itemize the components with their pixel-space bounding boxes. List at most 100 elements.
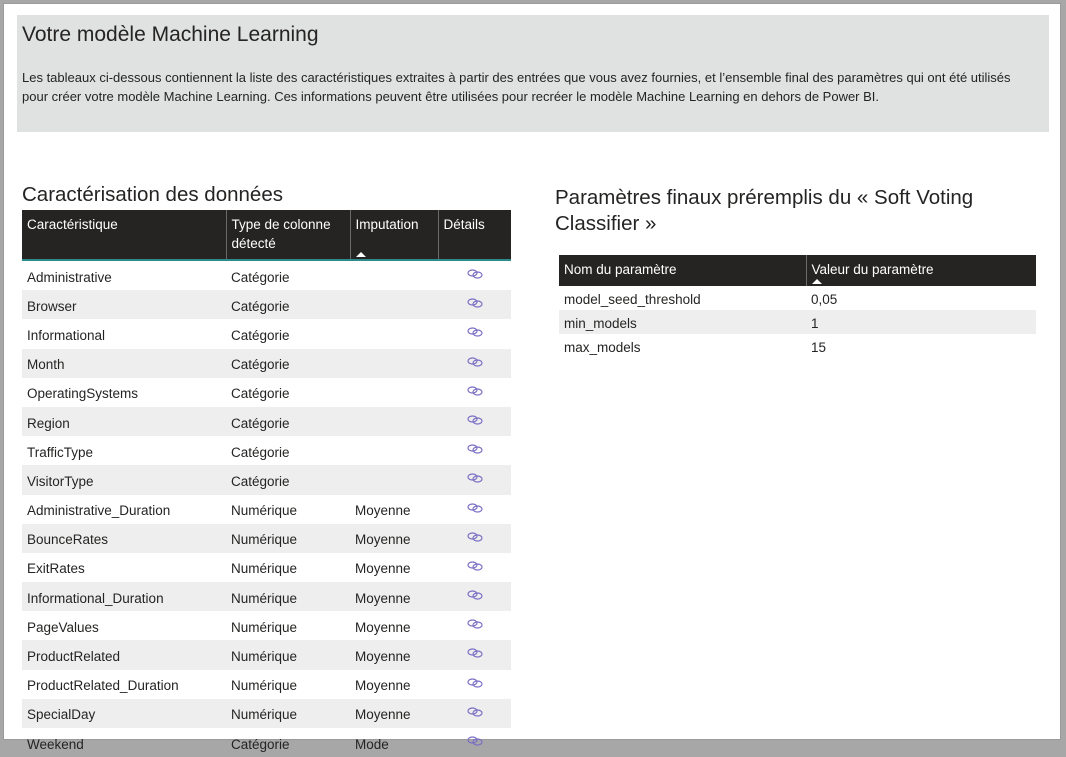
- column-header-param-name[interactable]: Nom du paramètre: [559, 255, 806, 286]
- details-cell[interactable]: [438, 378, 511, 407]
- table-row[interactable]: PageValues Numérique Moyenne: [22, 611, 511, 640]
- table-row[interactable]: Month Catégorie: [22, 348, 511, 378]
- column-header-label: Type de colonne détecté: [231, 217, 331, 251]
- details-cell[interactable]: [438, 523, 511, 553]
- link-icon[interactable]: [466, 415, 483, 425]
- table-row[interactable]: OperatingSystems Catégorie: [22, 378, 511, 407]
- link-icon[interactable]: [466, 561, 483, 571]
- column-type: Numérique: [226, 523, 350, 553]
- feature-name: PageValues: [27, 619, 99, 635]
- link-icon[interactable]: [466, 356, 483, 367]
- table-row[interactable]: VisitorType Catégorie: [22, 465, 511, 495]
- link-icon[interactable]: [466, 532, 483, 542]
- link-icon[interactable]: [466, 619, 483, 629]
- table-row[interactable]: TrafficType Catégorie: [22, 436, 511, 465]
- column-header-imputation[interactable]: Imputation: [349, 210, 438, 260]
- link-icon[interactable]: [466, 707, 483, 717]
- feature-name: Browser: [22, 290, 226, 320]
- details-cell[interactable]: [438, 698, 511, 728]
- details-cell[interactable]: [438, 319, 511, 348]
- feature-name: Region: [22, 406, 226, 437]
- header-panel: Votre modèle Machine Learning Les tablea…: [17, 15, 1049, 132]
- param-value: 1: [806, 310, 1036, 334]
- details-cell[interactable]: [438, 728, 511, 757]
- link-icon[interactable]: [466, 298, 483, 308]
- details-cell[interactable]: [438, 290, 511, 320]
- column-header-feature[interactable]: Caractéristique: [22, 210, 226, 260]
- table-row[interactable]: Browser Catégorie: [22, 290, 511, 320]
- params-section-title: Paramètres finaux préremplis du « Soft V…: [555, 186, 974, 235]
- column-header-details[interactable]: Détails: [437, 210, 511, 260]
- param-value: 15: [811, 339, 827, 355]
- imputation-value: [350, 436, 438, 465]
- details-cell[interactable]: [438, 611, 511, 640]
- table-row[interactable]: Region Catégorie: [22, 406, 511, 437]
- table-row[interactable]: Administrative Catégorie: [22, 260, 511, 290]
- details-cell[interactable]: [438, 582, 511, 612]
- details-cell[interactable]: [438, 260, 511, 290]
- details-cell[interactable]: [438, 406, 511, 437]
- column-header-param-value[interactable]: Valeur du paramètre: [805, 255, 1036, 286]
- link-icon[interactable]: [466, 502, 483, 513]
- imputation-value: [350, 406, 438, 437]
- link-icon[interactable]: [466, 678, 483, 688]
- table-row: max_models 15: [559, 334, 1036, 358]
- column-type: Numérique: [231, 503, 298, 519]
- report-frame: Votre modèle Machine Learning Les tablea…: [3, 3, 1061, 752]
- link-icon[interactable]: [466, 473, 483, 483]
- details-cell[interactable]: [438, 495, 511, 524]
- column-type: Numérique: [226, 582, 350, 612]
- details-cell[interactable]: [438, 553, 511, 582]
- table-row[interactable]: ProductRelated_Duration Numérique Moyenne: [22, 670, 511, 699]
- imputation-value: [350, 319, 438, 348]
- column-header-type[interactable]: Type de colonne détecté: [225, 210, 350, 260]
- link-icon[interactable]: [466, 648, 483, 659]
- feature-name: Weekend: [27, 736, 84, 752]
- table-row[interactable]: ProductRelated Numérique Moyenne: [22, 640, 511, 670]
- feature-name: ExitRates: [27, 561, 85, 577]
- table-row: min_models 1: [559, 310, 1036, 334]
- features-table: Caractéristique Type de colonne détecté …: [22, 210, 511, 757]
- feature-name: Administrative: [27, 269, 112, 285]
- imputation-value: Moyenne: [355, 503, 411, 519]
- details-cell[interactable]: [438, 348, 511, 378]
- feature-name: Informational_Duration: [22, 582, 226, 612]
- column-type: Catégorie: [231, 444, 290, 460]
- column-type: Numérique: [226, 698, 350, 728]
- imputation-value: Moyenne: [350, 698, 438, 728]
- imputation-value: Moyenne: [350, 582, 438, 612]
- table-row[interactable]: Informational Catégorie: [22, 319, 511, 348]
- params-table: Nom du paramètre Valeur du paramètre mod…: [559, 255, 1036, 358]
- column-type: Catégorie: [226, 465, 350, 495]
- feature-name: TrafficType: [27, 444, 94, 460]
- details-cell[interactable]: [438, 436, 511, 465]
- imputation-value: Moyenne: [355, 561, 411, 577]
- column-header-label: Nom du paramètre: [564, 262, 677, 277]
- details-cell[interactable]: [438, 465, 511, 495]
- page-description: Les tableaux ci-dessous contiennent la l…: [22, 70, 1011, 104]
- table-row[interactable]: BounceRates Numérique Moyenne: [22, 523, 511, 553]
- link-icon[interactable]: [466, 590, 483, 600]
- sort-ascending-icon: [355, 252, 366, 257]
- column-type: Catégorie: [231, 386, 290, 402]
- link-icon[interactable]: [466, 327, 483, 338]
- link-icon[interactable]: [466, 444, 483, 454]
- table-row[interactable]: Informational_Duration Numérique Moyenne: [22, 582, 511, 612]
- table-row[interactable]: SpecialDay Numérique Moyenne: [22, 698, 511, 728]
- link-icon[interactable]: [466, 386, 483, 396]
- table-row[interactable]: Administrative_Duration Numérique Moyenne: [22, 495, 511, 524]
- feature-name: OperatingSystems: [27, 386, 139, 402]
- link-icon[interactable]: [466, 269, 483, 279]
- imputation-value: [350, 465, 438, 495]
- column-type: Numérique: [231, 678, 298, 694]
- column-type: Numérique: [231, 619, 298, 635]
- param-name: min_models: [559, 310, 806, 334]
- feature-name: BounceRates: [22, 523, 226, 553]
- page-title: Votre modèle Machine Learning: [22, 23, 319, 46]
- column-type: Catégorie: [226, 348, 350, 378]
- details-cell[interactable]: [438, 670, 511, 699]
- table-row[interactable]: ExitRates Numérique Moyenne: [22, 553, 511, 582]
- details-cell[interactable]: [438, 640, 511, 670]
- param-value: 0,05: [811, 291, 838, 307]
- table-row[interactable]: Weekend Catégorie Mode: [22, 728, 511, 757]
